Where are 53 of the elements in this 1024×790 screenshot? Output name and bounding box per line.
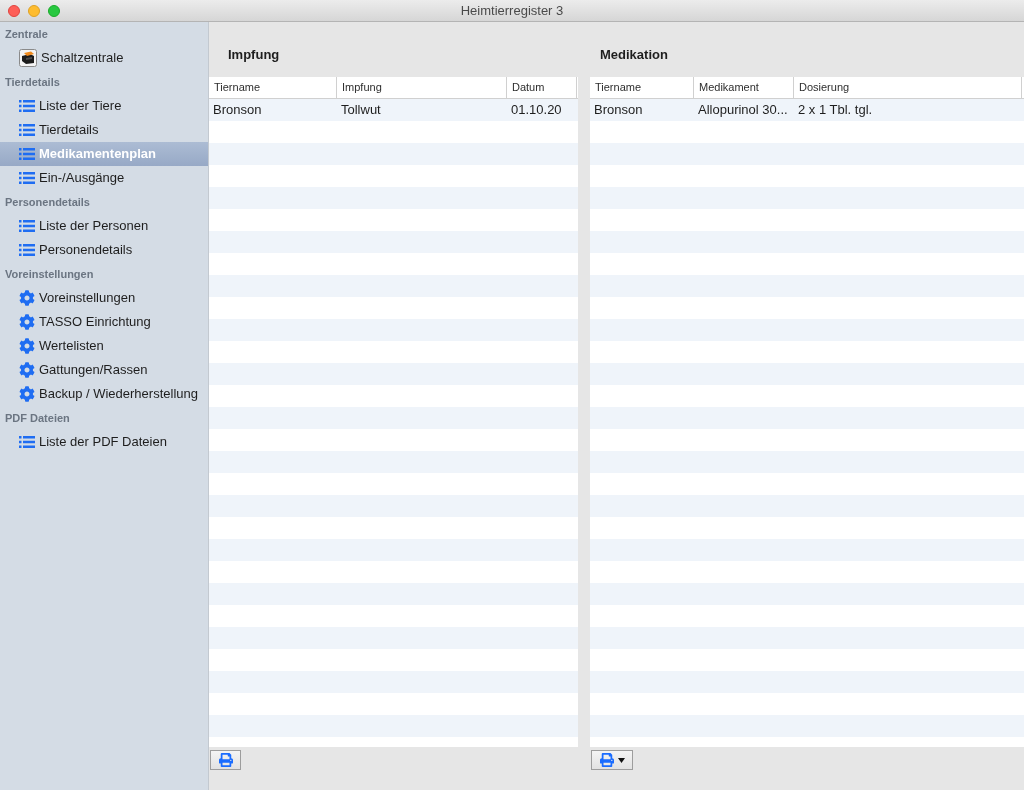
sidebar-item[interactable]: Backup / Wiederherstellung <box>0 382 208 406</box>
table-cell-text: Bronson <box>594 101 643 120</box>
sidebar-item[interactable]: Liste der Personen <box>0 214 208 238</box>
list-icon <box>19 100 35 112</box>
column-header[interactable]: Tiername <box>209 77 337 98</box>
list-icon <box>19 124 35 136</box>
window-title: Heimtierregister 3 <box>460 1 564 20</box>
print-button[interactable] <box>210 750 241 770</box>
printer-icon <box>217 753 234 767</box>
table-cell-text: Bronson <box>213 101 262 120</box>
table-cell-text: Tollwut <box>341 101 381 120</box>
sidebar-item[interactable]: Wertelisten <box>0 334 208 358</box>
sidebar-item[interactable]: Gattungen/Rassen <box>0 358 208 382</box>
sidebar-item[interactable]: Personendetails <box>0 238 208 262</box>
list-icon <box>19 172 35 184</box>
section-header: Personendetails <box>5 194 90 210</box>
sidebar-item[interactable]: Schaltzentrale <box>0 46 208 70</box>
section-header: Voreinstellungen <box>5 266 94 282</box>
caret-icon <box>618 757 625 763</box>
close-button[interactable] <box>8 4 20 17</box>
list-icon <box>19 244 35 256</box>
list-icon <box>19 148 35 160</box>
print-button[interactable] <box>591 750 633 770</box>
sidebar-item[interactable]: Liste der PDF Dateien <box>0 430 208 454</box>
printer-icon <box>599 753 615 767</box>
table-cell-text: 01.10.20 <box>511 101 562 120</box>
panel-heading: Impfung <box>228 46 280 65</box>
gear-icon <box>19 362 35 378</box>
list-icon <box>19 220 35 232</box>
column-header[interactable]: Impfung <box>337 77 507 98</box>
section-header: PDF Dateien <box>5 410 70 426</box>
box-icon <box>19 49 37 67</box>
column-header[interactable]: Medikament <box>694 77 794 98</box>
table-cell-text: 2 x 1 Tbl. tgl. <box>798 101 873 120</box>
gear-icon <box>19 314 35 330</box>
minimize-button[interactable] <box>28 4 40 17</box>
section-header: Zentrale <box>5 26 48 42</box>
panel-heading: Medikation <box>600 46 668 65</box>
gear-icon <box>19 338 35 354</box>
section-header: Tierdetails <box>5 74 60 90</box>
sidebar-item[interactable]: Ein-/Ausgänge <box>0 166 208 190</box>
sidebar-item[interactable]: Voreinstellungen <box>0 286 208 310</box>
zoom-button[interactable] <box>48 4 60 17</box>
sidebar-item[interactable]: Tierdetails <box>0 118 208 142</box>
table-cell-text: Allopurinol 30... <box>698 101 788 120</box>
gear-icon <box>19 290 35 306</box>
gear-icon <box>19 386 35 402</box>
sidebar-item[interactable]: Liste der Tiere <box>0 94 208 118</box>
column-header[interactable]: Tiername <box>590 77 694 98</box>
sidebar-item[interactable]: TASSO Einrichtung <box>0 310 208 334</box>
list-icon <box>19 436 35 448</box>
column-header[interactable]: Dosierung <box>794 77 1022 98</box>
column-header[interactable]: Datum <box>507 77 577 98</box>
